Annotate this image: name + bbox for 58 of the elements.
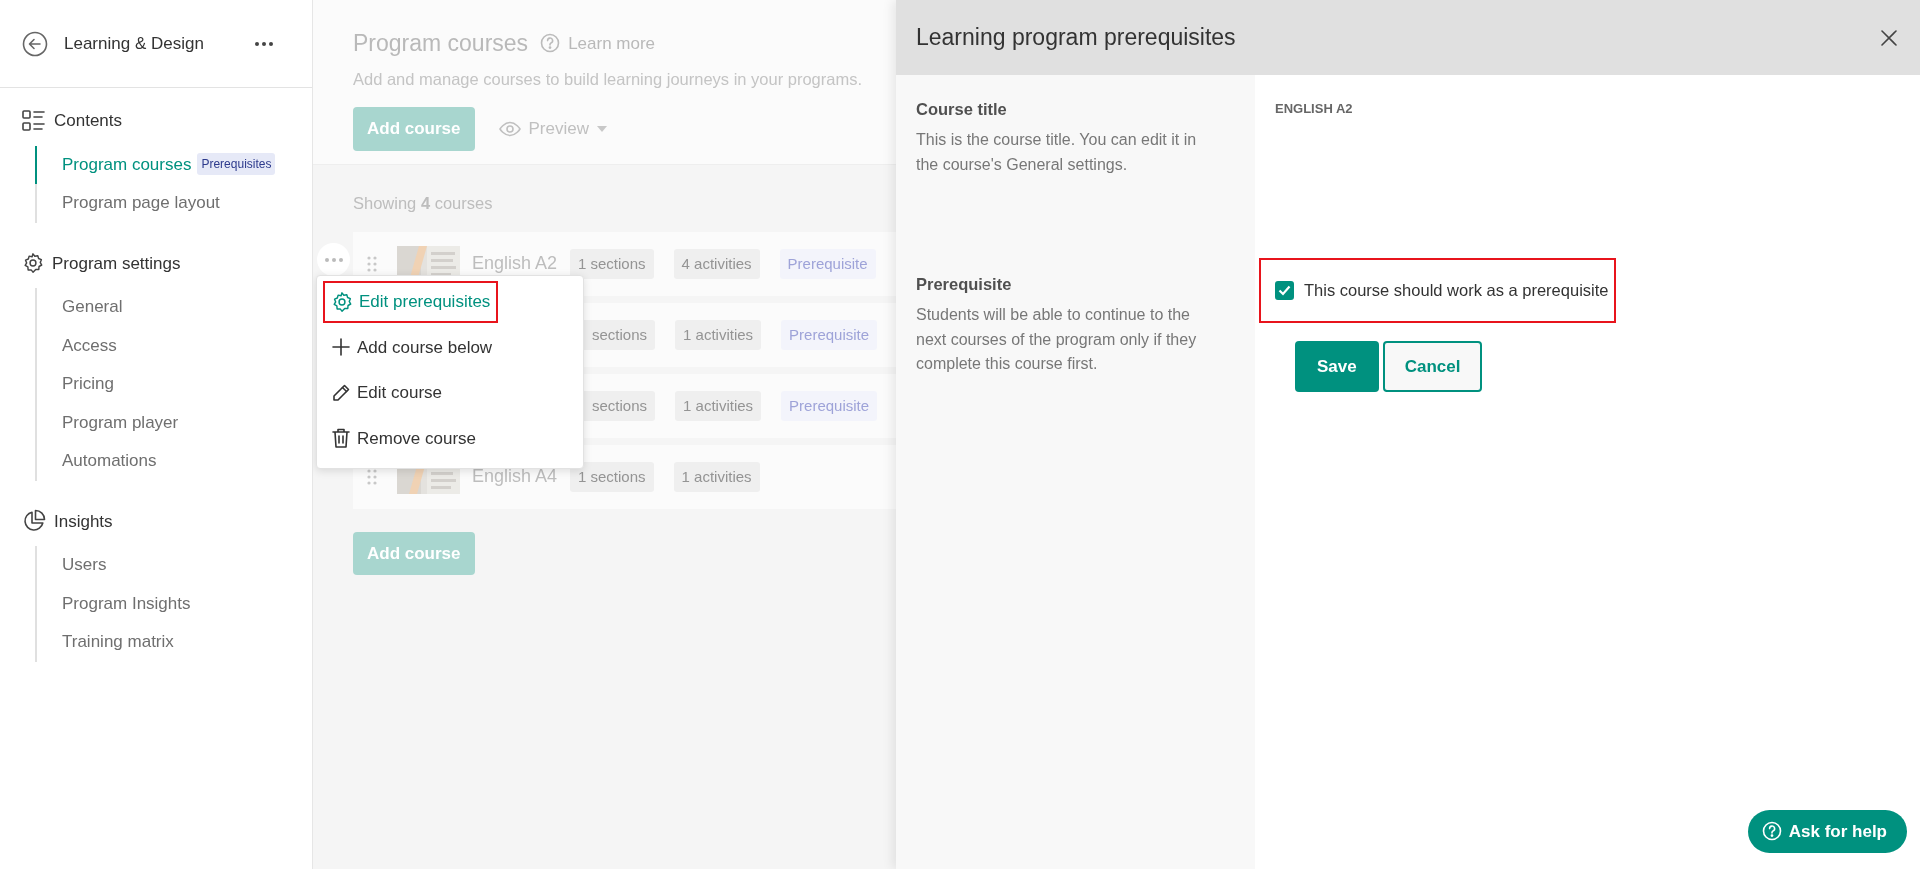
help-icon xyxy=(1761,821,1782,842)
prerequisite-tag: Prerequisite xyxy=(779,248,876,279)
badge: Prerequisites xyxy=(197,153,276,176)
pie-chart-icon xyxy=(22,509,46,534)
field-description: This is the course title. You can edit it in the course's General settings. xyxy=(916,129,1198,175)
panel-title: Learning program prerequisites xyxy=(916,23,1236,53)
course-name: English A2 xyxy=(472,252,559,276)
activities-count: 1 activities xyxy=(675,390,762,421)
nav-link[interactable]: Automations xyxy=(35,442,310,481)
help-icon xyxy=(540,33,561,54)
nav-link[interactable]: General xyxy=(35,288,310,327)
menu-item[interactable]: Edit prerequisites xyxy=(323,281,499,323)
drag-handle-icon xyxy=(367,468,377,485)
page-title: Program courses xyxy=(353,29,529,58)
caret-icon xyxy=(597,126,607,132)
course-count: Showing 4 courses xyxy=(353,193,494,214)
sections-count: 1 sections xyxy=(570,461,654,492)
section-heading: Program settings xyxy=(52,252,181,275)
trash-icon xyxy=(331,427,351,450)
settings-icon xyxy=(22,252,44,275)
plus-icon xyxy=(331,337,351,358)
nav-link[interactable]: Program page layout xyxy=(35,184,310,223)
section-heading: Insights xyxy=(54,510,113,533)
drag-handle-icon xyxy=(367,255,377,272)
nav-link[interactable]: Users xyxy=(35,546,310,585)
more-button[interactable] xyxy=(254,40,274,47)
nav-link[interactable]: Program courses Prerequisites xyxy=(35,145,310,184)
check-icon xyxy=(1278,284,1291,296)
field-description: Students will be able to continue to the next courses of the program only if they complete this course first. xyxy=(916,304,1198,375)
field-label: Course title xyxy=(916,99,1008,120)
checkbox-option[interactable]: This course should work as a prerequisite xyxy=(1259,258,1617,323)
more-icon xyxy=(323,256,344,263)
activities-count: 1 activities xyxy=(675,319,762,350)
section-heading: Contents xyxy=(54,110,123,132)
close-button[interactable] xyxy=(1880,28,1898,47)
prerequisite-tag: Prerequisite xyxy=(781,390,878,421)
nav-link[interactable]: Program Insights xyxy=(35,584,310,623)
activities-count: 4 activities xyxy=(673,248,760,279)
list-icon xyxy=(22,109,46,132)
prerequisite-tag: Prerequisite xyxy=(781,319,878,350)
nav-link[interactable]: Access xyxy=(35,326,310,365)
eye-icon xyxy=(498,121,521,137)
course-name: English A4 xyxy=(472,465,559,489)
nav-link[interactable]: Pricing xyxy=(35,365,310,404)
course-title-value: ENGLISH A2 xyxy=(1274,100,1354,118)
activities-count: 1 activities xyxy=(673,461,760,492)
nav-link[interactable]: Program player xyxy=(35,403,310,442)
sections-count: 1 sections xyxy=(570,248,654,279)
cancel-button[interactable]: Cancel xyxy=(1382,340,1483,393)
program-title: Learning & Design xyxy=(64,32,205,55)
field-label: Prerequisite xyxy=(916,274,1013,295)
help-button[interactable]: Ask for help xyxy=(1747,809,1907,853)
back-button[interactable] xyxy=(22,30,48,57)
nav-link[interactable]: Training matrix xyxy=(35,623,310,662)
pencil-icon xyxy=(331,382,351,403)
save-button[interactable]: Save xyxy=(1295,340,1379,393)
checkbox[interactable] xyxy=(1275,280,1294,300)
settings-icon xyxy=(331,290,353,313)
